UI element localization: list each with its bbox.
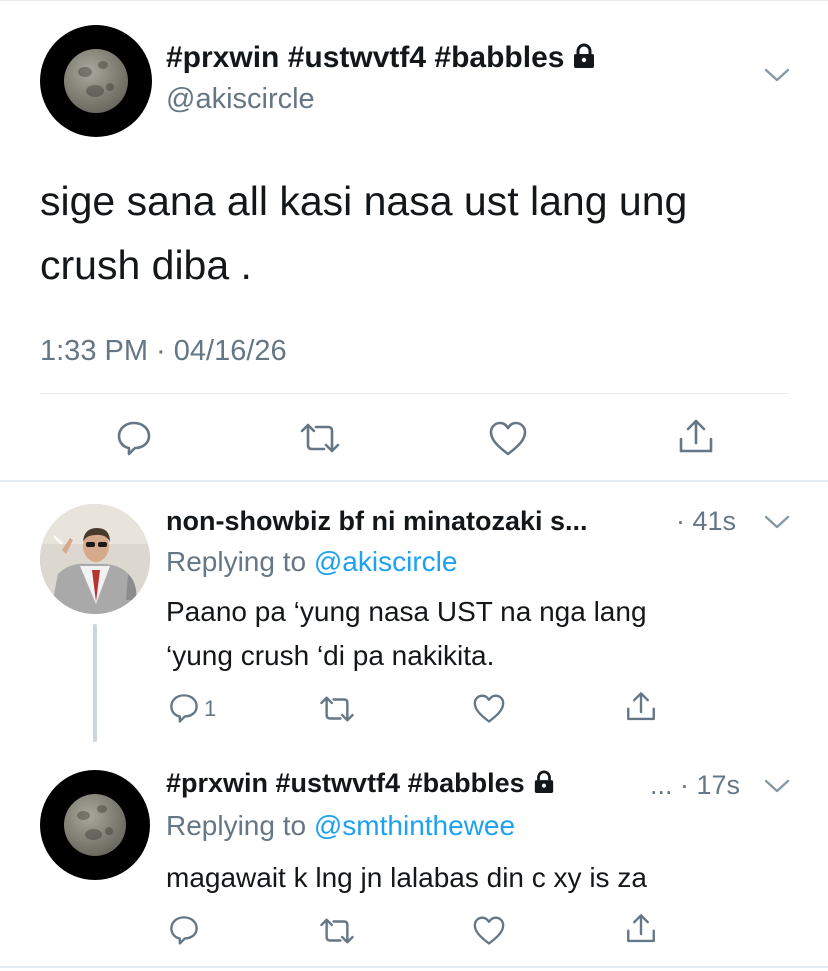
display-name-text: #prxwin #ustwvtf4 #babbles	[166, 41, 565, 74]
share-icon[interactable]	[676, 417, 716, 457]
tweet-text-line: magawait k lng jn lalabas din c xy is za	[166, 862, 647, 893]
tweet-text: Paano pa ‘yung nasa UST na nga lang ‘yun…	[166, 590, 786, 678]
display-name[interactable]: #prxwin #ustwvtf4 #babbles	[166, 768, 555, 801]
display-name[interactable]: non-showbiz bf ni minatozaki s...	[166, 506, 588, 537]
avatar[interactable]	[40, 770, 150, 880]
tweet-text: sige sana all kasi nasa ust lang ung cru…	[40, 169, 780, 297]
avatar[interactable]	[40, 25, 152, 137]
replying-prefix: Replying to	[166, 810, 307, 841]
tweet-text: magawait k lng jn lalabas din c xy is za	[166, 856, 786, 900]
chevron-down-icon[interactable]	[764, 514, 790, 535]
reply-count: 1	[204, 696, 217, 721]
reply-icon[interactable]	[168, 914, 200, 946]
retweet-icon[interactable]	[318, 694, 356, 724]
heart-icon[interactable]	[472, 694, 506, 724]
replying-to: Replying to @akiscircle	[166, 546, 457, 578]
retweet-icon[interactable]	[318, 916, 356, 946]
lock-icon	[572, 43, 596, 77]
moon-image	[64, 49, 128, 113]
share-icon[interactable]	[624, 690, 658, 724]
retweet-icon[interactable]	[298, 421, 342, 455]
time-ago[interactable]: ... · 17s	[650, 770, 740, 801]
heart-icon[interactable]	[488, 421, 528, 457]
tweet-text-line: Paano pa ‘yung nasa UST na nga lang	[166, 596, 647, 627]
share-icon[interactable]	[624, 912, 658, 946]
chevron-down-icon[interactable]	[764, 67, 790, 88]
time-ago[interactable]: · 41s	[676, 506, 736, 537]
replying-to: Replying to @smthinthewee	[166, 810, 515, 842]
divider	[40, 393, 788, 394]
avatar[interactable]	[40, 504, 150, 614]
lock-icon	[533, 770, 555, 801]
section-divider	[0, 966, 828, 968]
handle[interactable]: @akiscircle	[166, 83, 315, 116]
reply-tweet[interactable]: #prxwin #ustwvtf4 #babbles ... · 17s Rep…	[0, 746, 828, 966]
timestamp[interactable]: 1:33 PM · 04/16/26	[40, 335, 287, 368]
moon-image	[64, 794, 126, 856]
main-tweet: #prxwin #ustwvtf4 #babbles @akiscircle s…	[0, 0, 828, 480]
mention-link[interactable]: @smthinthewee	[314, 810, 515, 841]
reply-icon[interactable]	[115, 419, 153, 457]
tweet-text-line: sige sana all kasi nasa ust lang ung	[40, 178, 688, 224]
mention-link[interactable]: @akiscircle	[314, 546, 458, 577]
tweet-text-line: crush diba .	[40, 242, 252, 288]
heart-icon[interactable]	[472, 916, 506, 946]
thread-line	[93, 624, 97, 742]
display-name[interactable]: #prxwin #ustwvtf4 #babbles	[166, 41, 596, 77]
reply-tweet[interactable]: non-showbiz bf ni minatozaki s... · 41s …	[0, 482, 828, 744]
display-name-text: #prxwin #ustwvtf4 #babbles	[166, 768, 525, 798]
reply-icon[interactable]	[168, 692, 200, 724]
replying-prefix: Replying to	[166, 546, 307, 577]
chevron-down-icon[interactable]	[764, 778, 790, 799]
tweet-text-line: ‘yung crush ‘di pa nakikita.	[166, 640, 495, 671]
